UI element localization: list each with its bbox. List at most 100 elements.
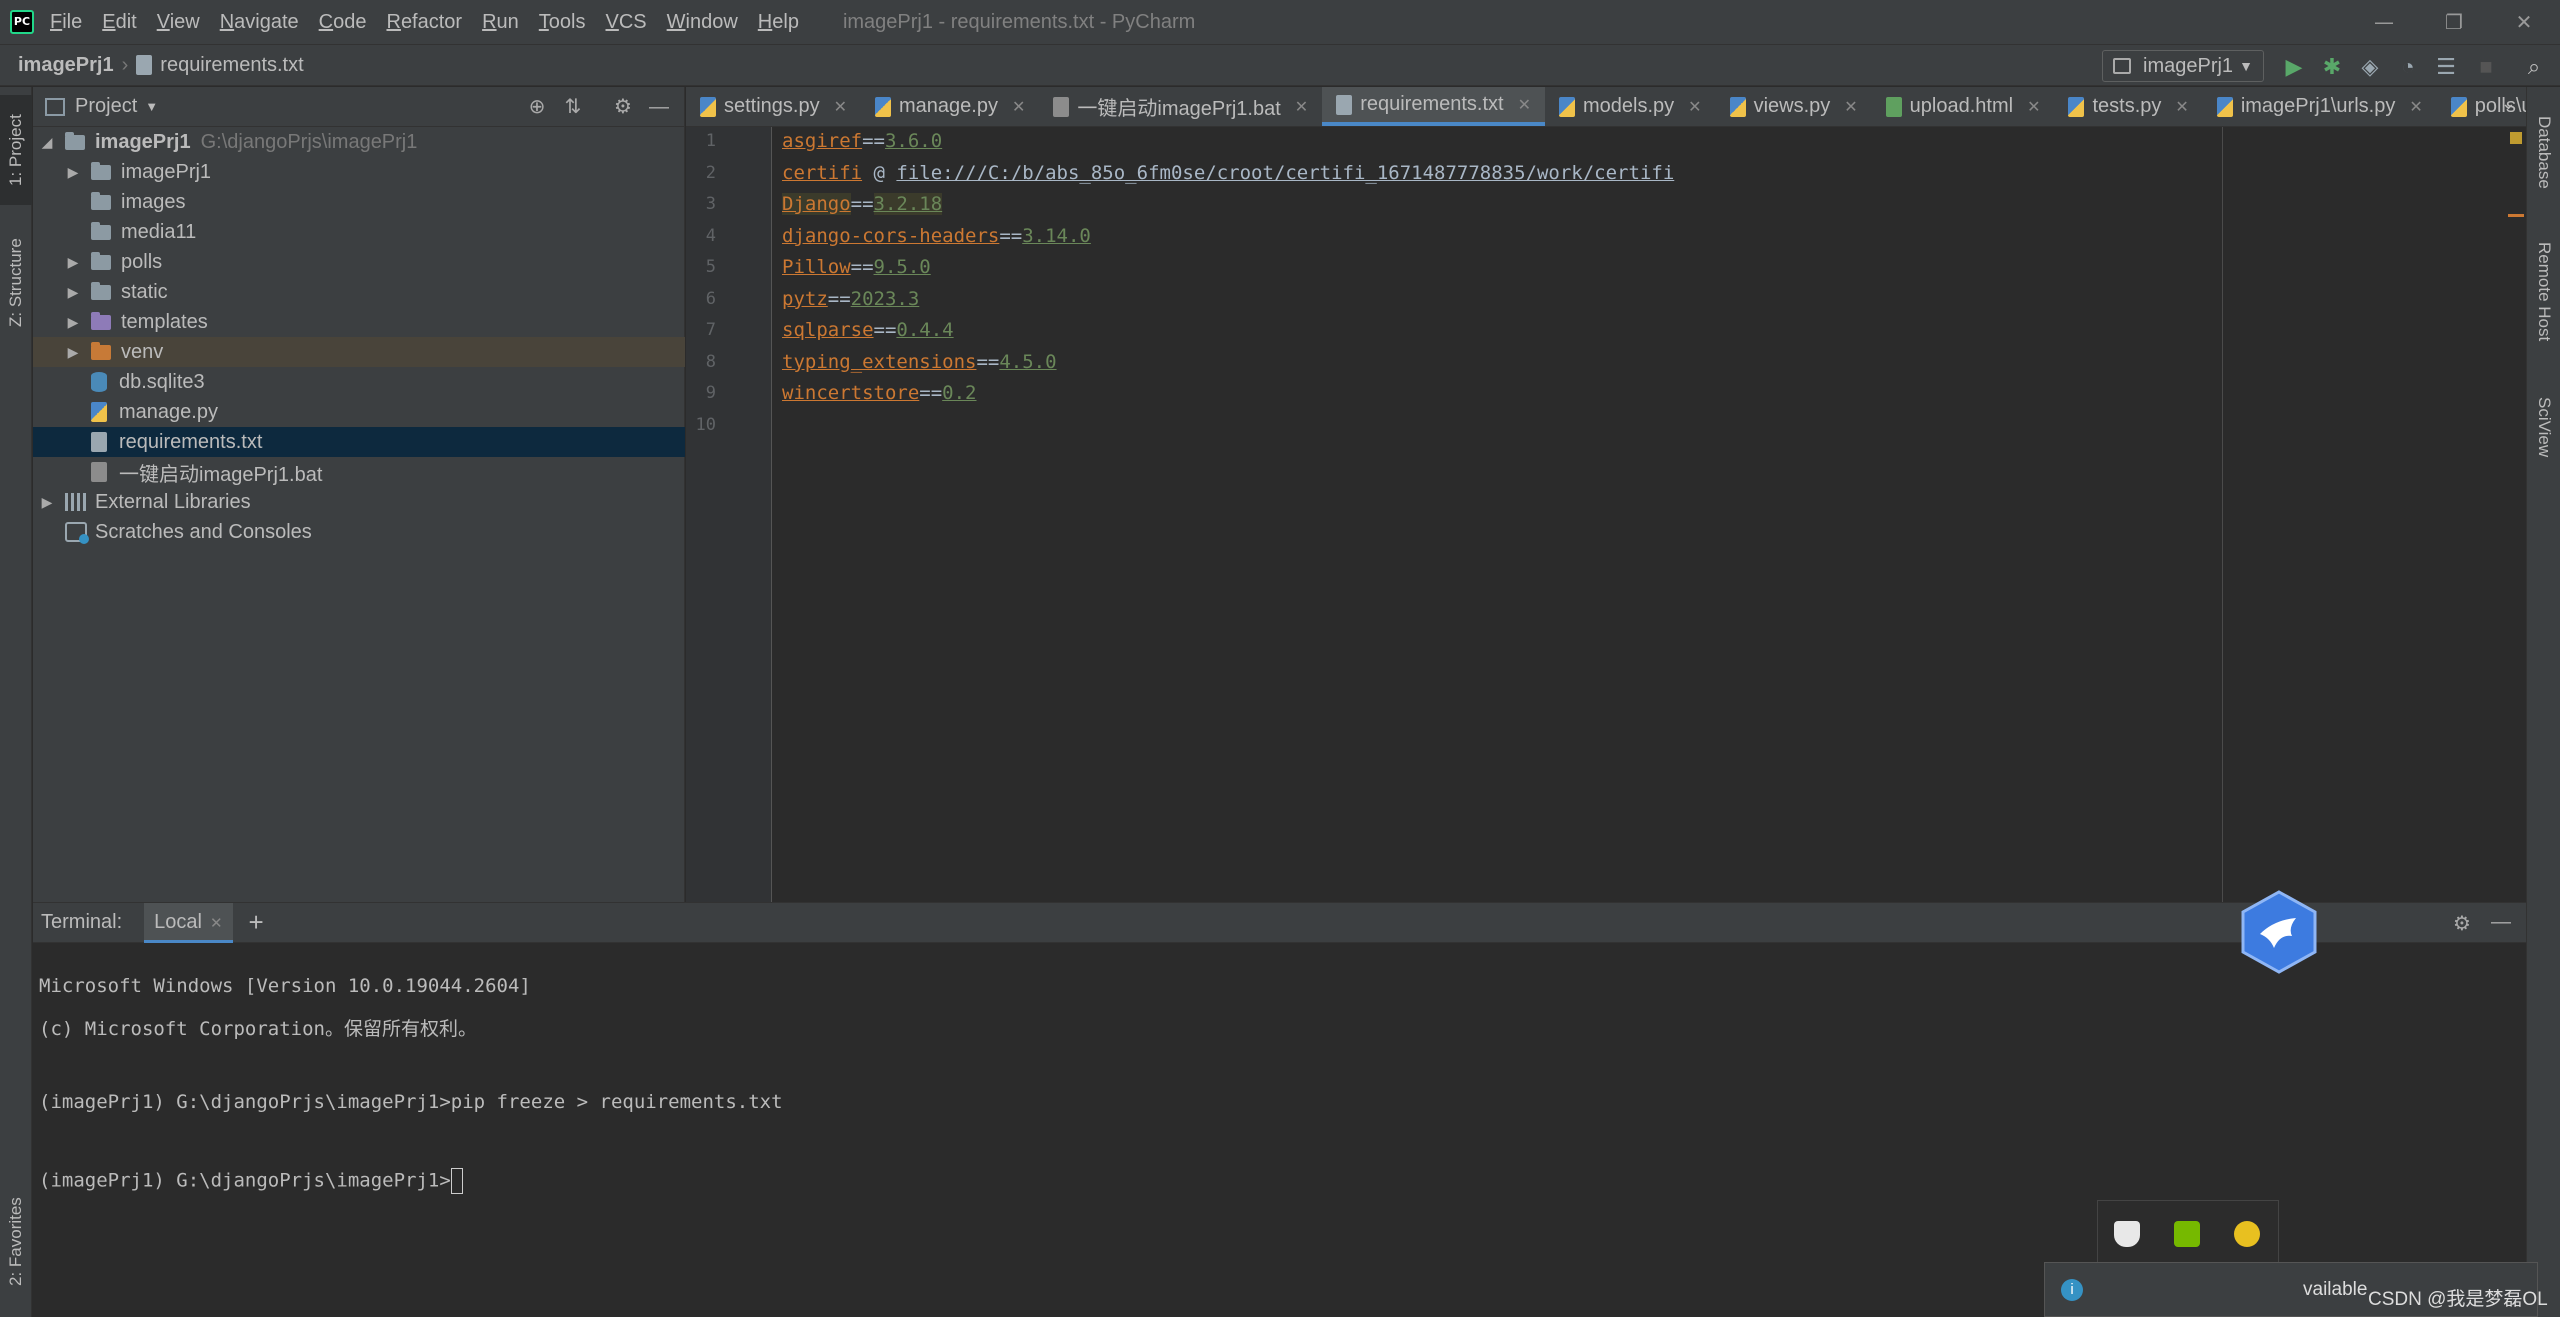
code-editor[interactable]: asgiref==3.6.0certifi @ file:///C:/b/abs… (782, 127, 2422, 902)
close-tab-icon[interactable]: ✕ (2409, 97, 2422, 117)
menu-item-vcs[interactable]: VCS (606, 11, 647, 34)
close-tab-icon[interactable]: ✕ (1844, 97, 1857, 117)
tree-item[interactable]: ▶polls (33, 247, 685, 277)
terminal-line: (imagePrj1) G:\djangoPrjs\imagePrj1>pip … (39, 1091, 783, 1113)
tree-item-label: Scratches and Consoles (95, 521, 312, 544)
menu-item-edit[interactable]: Edit (102, 11, 136, 34)
tree-item-external-libraries[interactable]: ▶ External Libraries (33, 487, 685, 517)
run-icon[interactable]: ▶ (2280, 53, 2308, 81)
package-name: wincertstore (782, 382, 919, 404)
folder-icon (91, 315, 111, 330)
tree-item[interactable]: requirements.txt (33, 427, 685, 457)
breadcrumb-file[interactable]: requirements.txt (160, 54, 303, 77)
chevron-down-icon[interactable]: ⌄ (2501, 93, 2516, 114)
editor-tab[interactable]: models.py✕ (1545, 87, 1716, 126)
tab-structure-tool[interactable]: Z: Structure (0, 223, 32, 343)
editor-tab[interactable]: 一键启动imagePrj1.bat✕ (1039, 87, 1322, 126)
expand-arrow-icon[interactable]: ◢ (39, 134, 55, 151)
close-tab-icon[interactable]: ✕ (1012, 97, 1025, 117)
tab-favorites-tool[interactable]: 2: Favorites (0, 1177, 32, 1307)
menu-item-view[interactable]: View (157, 11, 200, 34)
editor-tab[interactable]: manage.py✕ (861, 87, 1039, 126)
editor-tab[interactable]: upload.html ✕ (1872, 87, 2055, 126)
menu-item-run[interactable]: Run (482, 11, 519, 34)
editor-tab[interactable]: tests.py✕ (2054, 87, 2202, 126)
close-tab-icon[interactable]: ✕ (1688, 97, 1701, 117)
collapse-all-icon[interactable]: ⇅ (559, 93, 587, 121)
menu-item-tools[interactable]: Tools (539, 11, 586, 34)
breadcrumb-project[interactable]: imagePrj1 (18, 54, 114, 77)
folder-icon (91, 345, 111, 360)
close-tab-icon[interactable]: ✕ (1295, 97, 1308, 117)
menu-item-code[interactable]: Code (319, 11, 367, 34)
close-tab-icon[interactable]: ✕ (2175, 97, 2188, 117)
close-tab-icon[interactable]: ✕ (834, 97, 847, 117)
hide-panel-icon[interactable]: — (645, 93, 673, 121)
coverage-icon[interactable]: ◈ (2356, 53, 2384, 81)
collapsed-arrow-icon[interactable]: ▶ (65, 314, 81, 331)
editor-tab-label: upload.html (1910, 95, 2013, 118)
inspection-status-icon[interactable] (2510, 132, 2522, 144)
editor-tab[interactable]: views.py ✕ (1716, 87, 1872, 126)
tab-project-tool[interactable]: 1: Project (0, 95, 32, 205)
tree-item[interactable]: ▶templates (33, 307, 685, 337)
tab-sciview-tool[interactable]: SciView (2527, 377, 2560, 477)
right-margin-guide (2222, 127, 2223, 902)
project-view-selector[interactable]: Project (75, 95, 137, 118)
menu-item-help[interactable]: Help (758, 11, 799, 34)
tree-item-scratches[interactable]: Scratches and Consoles (33, 517, 685, 547)
collapsed-arrow-icon[interactable]: ▶ (39, 494, 55, 511)
gear-icon[interactable]: ⚙ (609, 93, 637, 121)
tree-item[interactable]: ▶venv (33, 337, 685, 367)
editor-tab-label: settings.py (724, 95, 820, 118)
close-icon[interactable]: ✕ (210, 915, 223, 932)
run-configuration-label: imagePrj1 (2143, 55, 2233, 77)
tab-terminal-local[interactable]: Local✕ (144, 903, 232, 943)
package-version: 3.2.18 (874, 193, 943, 215)
editor-tab[interactable]: imagePrj1\urls.py✕ (2203, 87, 2437, 126)
scrollbar-marker[interactable] (2508, 214, 2524, 217)
editor-tab[interactable]: requirements.txt✕ (1322, 87, 1545, 126)
chevron-down-icon[interactable]: ▼ (145, 99, 158, 114)
locate-file-icon[interactable]: ⊕ (523, 93, 551, 121)
menu-item-refactor[interactable]: Refactor (386, 11, 462, 34)
tab-remote-host-tool[interactable]: Remote Host (2527, 227, 2560, 357)
tree-item[interactable]: ▶static (33, 277, 685, 307)
new-terminal-icon[interactable]: + (249, 907, 264, 938)
tree-item[interactable]: media11 (33, 217, 685, 247)
menu-item-file[interactable]: File (50, 11, 82, 34)
tab-database-tool[interactable]: Database (2527, 97, 2560, 207)
security-shield-icon[interactable] (2114, 1221, 2140, 1247)
tree-root-project[interactable]: ◢ imagePrj1 G:\djangoPrjs\imagePrj1 (33, 127, 685, 157)
nvidia-icon[interactable] (2174, 1221, 2200, 1247)
collapsed-arrow-icon[interactable]: ▶ (65, 164, 81, 181)
stop-icon[interactable]: ■ (2472, 53, 2500, 81)
search-icon[interactable]: ⌕ (2520, 53, 2548, 81)
editor-tab-label: views.py (1754, 95, 1831, 118)
tree-item[interactable]: 一键启动imagePrj1.bat (33, 457, 685, 487)
menu-item-window[interactable]: Window (667, 11, 738, 34)
tree-item[interactable]: ▶imagePrj1 (33, 157, 685, 187)
tree-item[interactable]: images (33, 187, 685, 217)
close-window-button[interactable]: ✕ (2494, 6, 2554, 38)
run-configuration-dropdown[interactable]: imagePrj1 ▼ (2102, 50, 2264, 82)
editor-tab[interactable]: settings.py ✕ (686, 87, 861, 126)
close-tab-icon[interactable]: ✕ (1518, 95, 1531, 115)
concurrency-icon[interactable]: ☰ (2432, 53, 2460, 81)
maximize-button[interactable]: ❐ (2424, 6, 2484, 38)
app-tray-icon[interactable] (2234, 1221, 2260, 1247)
minimize-button[interactable]: — (2354, 6, 2414, 38)
collapsed-arrow-icon[interactable]: ▶ (65, 344, 81, 361)
menu-item-navigate[interactable]: Navigate (220, 11, 299, 34)
close-tab-icon[interactable]: ✕ (2027, 97, 2040, 117)
tree-item[interactable]: db.sqlite3 (33, 367, 685, 397)
tree-item[interactable]: manage.py (33, 397, 685, 427)
package-url[interactable]: file:///C:/b/abs_85o_6fm0se/croot/certif… (896, 162, 1674, 184)
bird-app-icon[interactable] (2240, 890, 2318, 974)
debug-icon[interactable]: ✱ (2318, 53, 2346, 81)
hide-panel-icon[interactable]: — (2491, 911, 2511, 934)
collapsed-arrow-icon[interactable]: ▶ (65, 254, 81, 271)
gear-icon[interactable]: ⚙ (2453, 911, 2471, 936)
collapsed-arrow-icon[interactable]: ▶ (65, 284, 81, 301)
profile-icon[interactable]: ◔ (2394, 53, 2422, 81)
